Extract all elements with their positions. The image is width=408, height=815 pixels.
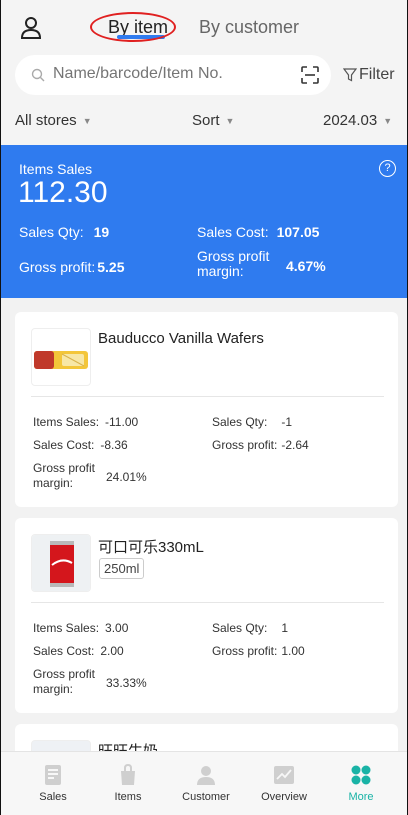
stat-sales-qty: Sales Qty: 1 (212, 621, 288, 635)
summary-total-value: 112.30 (18, 176, 108, 209)
divider (31, 396, 384, 397)
list-item[interactable]: 可口可乐330mL 250ml Items Sales: 3.00 Sales Q… (15, 518, 398, 713)
nav-customer[interactable]: Customer (171, 752, 241, 815)
label: Gross profit: (212, 438, 278, 452)
stat-gross-margin-label: Gross profit margin: (33, 667, 96, 696)
app-screen: By item By customer Filter All stores (0, 0, 408, 815)
nav-more[interactable]: More (326, 752, 396, 815)
product-spec-badge: 250ml (99, 558, 145, 579)
summary-sales-cost: Sales Cost: 107.05 (197, 224, 319, 240)
label: Sales Qty: (212, 415, 268, 429)
header: By item By customer Filter All stores (1, 0, 407, 145)
product-thumbnail (31, 328, 91, 386)
caret-down-icon: ▼ (225, 115, 235, 126)
label: Sales Qty: (19, 224, 84, 240)
filter-button[interactable]: Filter (343, 66, 395, 84)
value: 19 (93, 224, 110, 240)
cola-can-icon (32, 535, 90, 591)
summary-gross-margin-label: Gross profit margin: (197, 248, 270, 279)
label: Sales Cost: (197, 224, 269, 240)
wafer-package-icon (34, 351, 88, 369)
label: Gross profit: (19, 259, 96, 275)
list-item[interactable]: Bauducco Vanilla Wafers Items Sales: -11.… (15, 312, 398, 507)
stat-sales-cost: Sales Cost: -8.36 (33, 438, 128, 452)
tab-by-customer[interactable]: By customer (199, 17, 299, 38)
product-name: 可口可乐330mL (98, 539, 204, 556)
sort-select-value: Sort (192, 112, 220, 129)
summary-gross-margin-value: 4.67% (286, 258, 326, 274)
user-profile-icon[interactable] (20, 16, 42, 40)
value: 107.05 (276, 224, 320, 240)
sort-select[interactable]: Sort ▼ (192, 112, 234, 129)
label: Gross profit: (212, 644, 278, 658)
label: Items Sales: (33, 415, 100, 429)
item-list: Bauducco Vanilla Wafers Items Sales: -11.… (1, 298, 407, 751)
store-select-value: All stores (15, 112, 77, 129)
stat-sales-qty: Sales Qty: -1 (212, 415, 292, 429)
product-thumbnail (31, 740, 91, 751)
more-grid-icon (351, 765, 371, 785)
stat-items-sales: Items Sales: 3.00 (33, 621, 128, 635)
filter-icon (343, 68, 357, 82)
scan-icon[interactable] (301, 66, 319, 84)
stat-gross-margin-label: Gross profit margin: (33, 461, 96, 490)
nav-label: Overview (261, 791, 307, 803)
stat-gross-margin-value: 33.33% (106, 676, 147, 690)
stat-items-sales: Items Sales: -11.00 (33, 415, 138, 429)
value: 3.00 (105, 621, 129, 635)
selector-row: All stores ▼ Sort ▼ 2024.03 ▼ (1, 112, 407, 132)
value: 1.00 (281, 644, 305, 658)
summary-sales-qty: Sales Qty: 19 (19, 224, 109, 240)
value: -2.64 (281, 438, 309, 452)
search-input[interactable] (53, 65, 283, 83)
annotation-circle (90, 12, 176, 42)
search-icon (31, 68, 45, 82)
nav-sales[interactable]: Sales (18, 752, 88, 815)
date-select[interactable]: 2024.03 ▼ (323, 112, 392, 129)
customer-icon (197, 766, 215, 785)
value: -1 (281, 415, 293, 429)
search-bar (15, 55, 331, 95)
date-select-value: 2024.03 (323, 112, 378, 129)
label: Sales Cost: (33, 644, 95, 658)
value: 5.25 (97, 259, 125, 275)
sales-icon (45, 765, 61, 785)
product-name: 旺旺牛奶 (98, 740, 158, 751)
summary-gross-profit: Gross profit: 5.25 (19, 259, 125, 275)
value: 2.00 (100, 644, 124, 658)
filter-label: Filter (359, 66, 395, 83)
caret-down-icon: ▼ (383, 115, 393, 126)
nav-label: Items (114, 791, 142, 803)
nav-label: More (348, 791, 374, 803)
nav-label: Customer (182, 791, 230, 803)
store-select[interactable]: All stores ▼ (15, 112, 92, 129)
stat-sales-cost: Sales Cost: 2.00 (33, 644, 124, 658)
label: Items Sales: (33, 621, 100, 635)
items-bag-icon (121, 764, 135, 785)
caret-down-icon: ▼ (82, 115, 92, 126)
list-item[interactable]: 旺旺牛奶 (15, 724, 398, 751)
product-thumbnail (31, 534, 91, 592)
nav-label: Sales (39, 791, 67, 803)
label: Sales Qty: (212, 621, 268, 635)
label: Sales Cost: (33, 438, 95, 452)
nav-items[interactable]: Items (93, 752, 163, 815)
stat-gross-margin-value: 24.01% (106, 470, 147, 484)
overview-chart-icon (274, 766, 294, 784)
sales-summary-panel: Items Sales 112.30 ? Sales Qty: 19 Sales… (1, 145, 407, 298)
nav-overview[interactable]: Overview (249, 752, 319, 815)
value: -8.36 (100, 438, 128, 452)
help-icon[interactable]: ? (379, 160, 396, 177)
stat-gross-profit: Gross profit: 1.00 (212, 644, 305, 658)
bottom-nav: Sales Items Customer Overview More (1, 751, 407, 815)
value: -11.00 (105, 415, 139, 429)
value: 1 (281, 621, 289, 635)
divider (31, 602, 384, 603)
product-name: Bauducco Vanilla Wafers (98, 330, 264, 347)
summary-title: Items Sales (19, 161, 93, 177)
stat-gross-profit: Gross profit: -2.64 (212, 438, 309, 452)
